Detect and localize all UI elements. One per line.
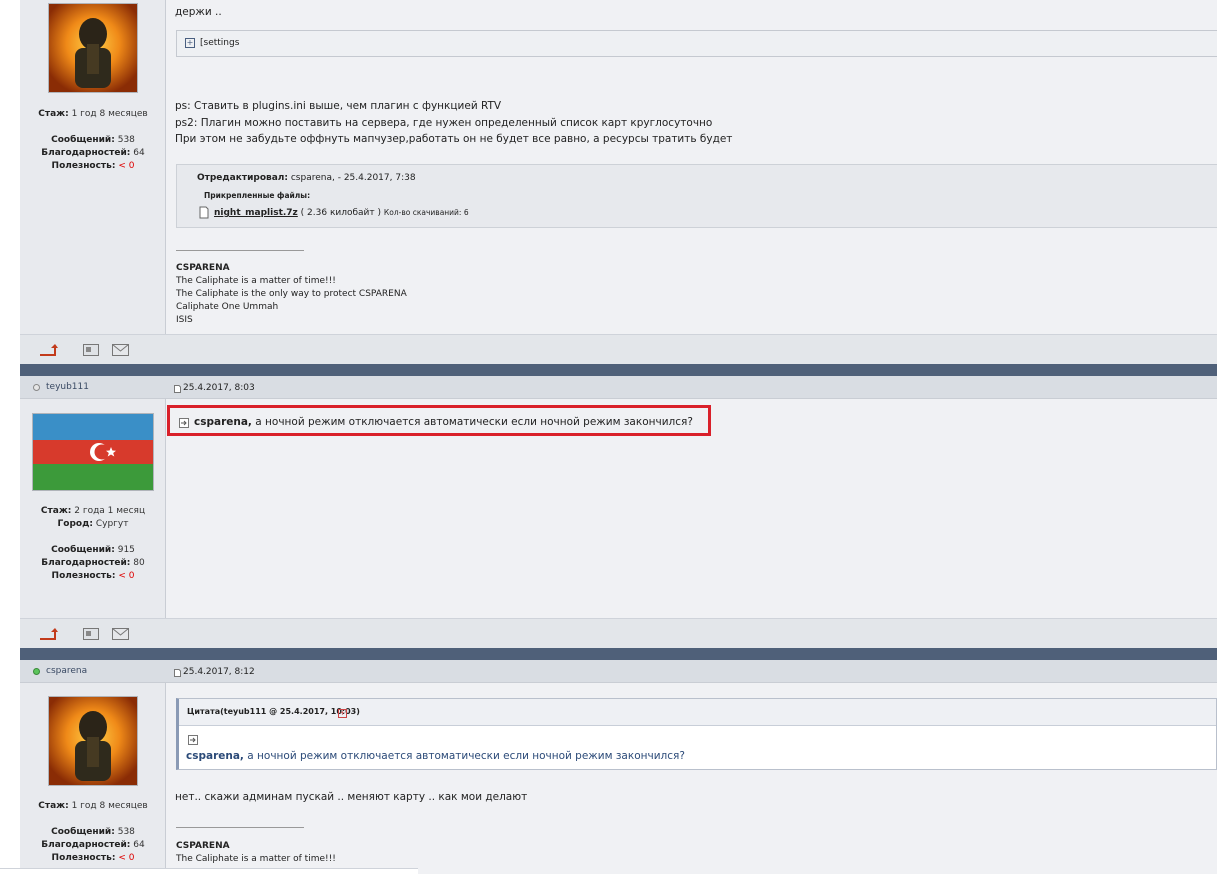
post3-date: 25.4.2017, 8:12 (183, 667, 255, 677)
post-link-icon[interactable] (174, 385, 181, 393)
post2-date: 25.4.2017, 8:03 (183, 383, 255, 393)
quote-text: csparena, а ночной режим отключается авт… (186, 750, 685, 762)
offline-status-icon (33, 384, 40, 391)
profile-card-icon[interactable] (83, 344, 99, 356)
quote-source-link-icon[interactable]: + (338, 709, 347, 718)
edited-info: Отредактировал: csparena, - 25.4.2017, 7… (197, 173, 416, 183)
edit-attachments-box: Отредактировал: csparena, - 25.4.2017, 7… (176, 164, 1217, 228)
quote-header-bar: Цитата(teyub111 @ 25.4.2017, 10:03) + (179, 699, 1216, 726)
expand-plus-icon[interactable]: + (185, 38, 195, 48)
post1-ps2: ps2: Плагин можно поставить на сервера, … (175, 117, 713, 129)
file-icon (199, 206, 209, 219)
send-message-envelope-icon[interactable] (112, 344, 129, 356)
post3-username[interactable]: csparena (46, 666, 87, 676)
post3-avatar[interactable] (48, 696, 138, 786)
post-separator (20, 364, 1217, 376)
attachment-row: night_maplist.7z ( 2.36 килобайт ) Кол-в… (214, 208, 469, 218)
signature-divider (176, 827, 304, 828)
post3-user-stats: Стаж: 1 год 8 месяцев Сообщений: 538 Бла… (38, 801, 148, 863)
signature-divider (176, 250, 304, 251)
online-status-icon (33, 668, 40, 675)
reply-mention-arrow-icon[interactable] (179, 418, 189, 428)
post2-user-stats: Стаж: 2 года 1 месяц Город: Сургут Сообщ… (40, 506, 146, 581)
post3-message: нет.. скажи админам пускай .. меняют кар… (175, 791, 528, 803)
post1-ps1: ps: Ставить в plugins.ini выше, чем плаг… (175, 100, 502, 112)
post-separator (20, 648, 1217, 660)
quote-box: Цитата(teyub111 @ 25.4.2017, 10:03) + cs… (176, 698, 1217, 770)
mention-link[interactable]: csparena, (194, 416, 252, 428)
post2-header: teyub111 25.4.2017, 8:03 (20, 376, 1217, 399)
post1-avatar[interactable] (48, 3, 138, 93)
go-top-arrow-icon[interactable] (40, 344, 58, 356)
spoiler-title: [settings (200, 38, 240, 48)
post3-header: csparena 25.4.2017, 8:12 (20, 660, 1217, 683)
post1-signature: CSPARENA The Caliphate is a matter of ti… (176, 263, 407, 325)
post-link-icon[interactable] (174, 669, 181, 677)
post2-username[interactable]: teyub111 (46, 382, 89, 392)
attachments-label: Прикрепленные файлы: (204, 191, 311, 200)
profile-card-icon[interactable] (83, 628, 99, 640)
spoiler-box[interactable]: + [settings (176, 30, 1217, 57)
post2-footer (20, 618, 1217, 649)
go-top-arrow-icon[interactable] (40, 628, 58, 640)
reply-mention-arrow-icon (188, 735, 198, 745)
post1-text-line1: держи .. (175, 6, 222, 18)
send-message-envelope-icon[interactable] (112, 628, 129, 640)
post1-ps3: При этом не забудьте оффнуть мапчузер,ра… (175, 133, 733, 145)
quote-header: Цитата(teyub111 @ 25.4.2017, 10:03) (187, 707, 360, 716)
post2-avatar[interactable] (32, 413, 154, 491)
post1-footer (20, 334, 1217, 365)
post3-signature: CSPARENA The Caliphate is a matter of ti… (176, 841, 336, 864)
post2-message: csparena, а ночной режим отключается авт… (194, 416, 693, 428)
post1-user-stats: Стаж: 1 год 8 месяцев Сообщений: 538 Бла… (38, 109, 148, 171)
attachment-link[interactable]: night_maplist.7z (214, 208, 298, 218)
